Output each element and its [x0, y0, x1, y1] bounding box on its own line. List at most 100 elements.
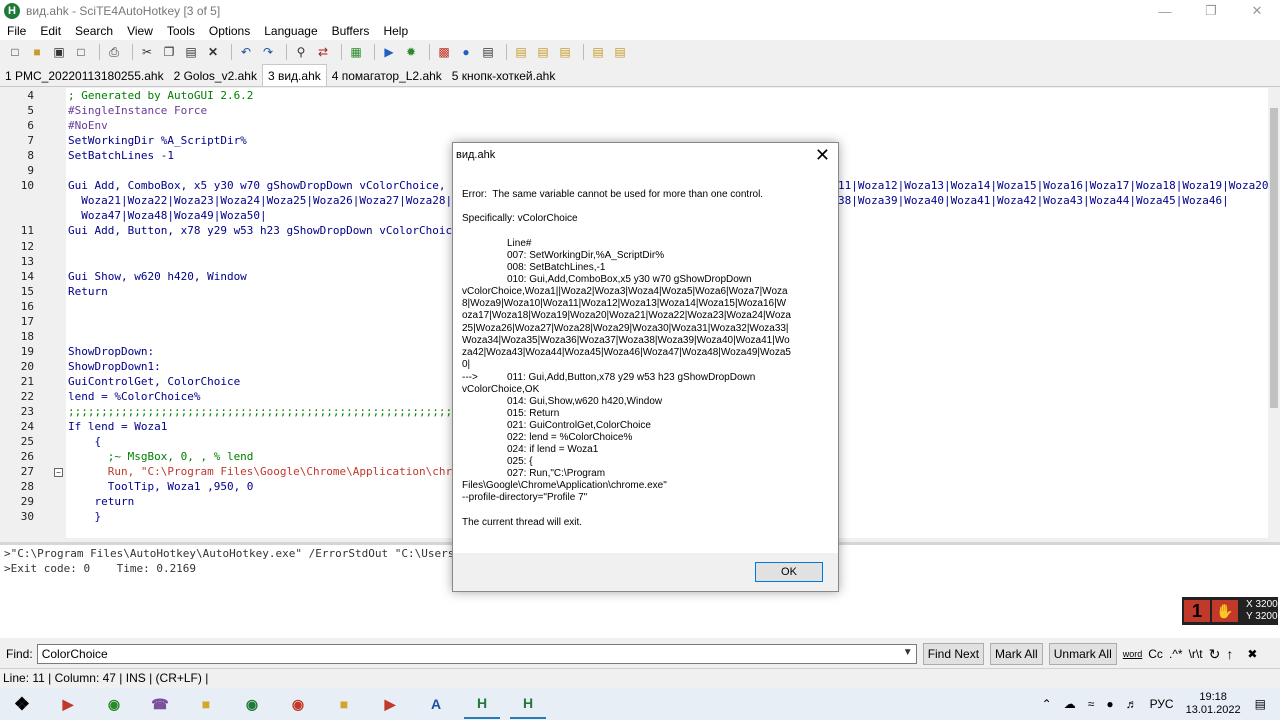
- code-line[interactable]: {: [68, 435, 101, 448]
- code-line[interactable]: If lend = Woza1: [68, 420, 167, 433]
- chevron-up-icon[interactable]: ⌃: [1042, 697, 1052, 711]
- code-line[interactable]: GuiControlGet, ColorChoice: [68, 375, 240, 388]
- green-app-icon[interactable]: ◉: [234, 689, 270, 719]
- run-icon[interactable]: ▶: [380, 43, 398, 61]
- menu-help[interactable]: Help: [376, 24, 415, 38]
- code-line[interactable]: Gui Show, w620 h420, Window: [68, 270, 247, 283]
- media-player-icon[interactable]: ▶: [50, 689, 86, 719]
- code-line[interactable]: }: [68, 510, 101, 523]
- whole-word-toggle[interactable]: word: [1123, 649, 1143, 659]
- find-input[interactable]: ColorChoice ▼: [36, 644, 917, 664]
- ahk-script-icon[interactable]: H: [464, 689, 500, 719]
- code-line[interactable]: Woza21|Woza22|Woza23|Woza24|Woza25|Woza2…: [68, 194, 452, 207]
- replace-icon[interactable]: ⇄: [314, 43, 332, 61]
- menu-language[interactable]: Language: [257, 24, 324, 38]
- tab-pomagator[interactable]: 4 помагатор_L2.ahk: [327, 66, 447, 86]
- ahk-dialog-icon[interactable]: A: [418, 689, 454, 719]
- code-line-tail[interactable]: 38|Woza39|Woza40|Woza41|Woza42|Woza43|Wo…: [838, 194, 1229, 207]
- clock[interactable]: 19:18 13.01.2022: [1186, 691, 1241, 717]
- print-icon[interactable]: ⎙: [105, 43, 123, 61]
- undo-icon[interactable]: ↶: [237, 43, 255, 61]
- cut-icon[interactable]: ✂: [138, 43, 156, 61]
- code-line[interactable]: Run, "C:\Program Files\Google\Chrome\App…: [68, 465, 505, 478]
- menu-view[interactable]: View: [120, 24, 160, 38]
- code-line[interactable]: SetWorkingDir %A_ScriptDir%: [68, 134, 247, 147]
- properties-icon[interactable]: ▤: [479, 43, 497, 61]
- wrap-icon[interactable]: ↻: [1209, 646, 1221, 663]
- menu-tools[interactable]: Tools: [160, 24, 202, 38]
- escape-toggle[interactable]: \r\t: [1189, 647, 1203, 661]
- code-line[interactable]: SetBatchLines -1: [68, 149, 174, 162]
- menu-search[interactable]: Search: [68, 24, 120, 38]
- compile-icon[interactable]: ▦: [347, 43, 365, 61]
- close-file-icon[interactable]: □: [72, 43, 90, 61]
- settings-icon[interactable]: ▤: [589, 43, 607, 61]
- mark-all-button[interactable]: Mark All: [990, 643, 1043, 665]
- open-folder-icon[interactable]: ■: [28, 43, 46, 61]
- notifications-icon[interactable]: ▤: [1255, 697, 1266, 711]
- notes-icon[interactable]: ▤: [512, 43, 530, 61]
- tab-vid[interactable]: 3 вид.ahk: [261, 64, 327, 86]
- copy-icon[interactable]: ❐: [160, 43, 178, 61]
- code-line[interactable]: Gui Add, Button, x78 y29 w53 h23 gShowDr…: [68, 224, 485, 237]
- dialog-close-icon[interactable]: ✕: [815, 145, 830, 166]
- maximize-icon[interactable]: ❐: [1188, 0, 1234, 22]
- globe-icon[interactable]: ●: [457, 43, 475, 61]
- file-explorer-icon[interactable]: ■: [188, 689, 224, 719]
- viber-icon[interactable]: ☎: [142, 689, 178, 719]
- menu-options[interactable]: Options: [202, 24, 257, 38]
- code-line[interactable]: ;~ MsgBox, 0, , % lend: [68, 450, 254, 463]
- regex-toggle[interactable]: .^*: [1169, 647, 1183, 661]
- chevron-down-icon[interactable]: ▼: [903, 647, 913, 658]
- record-icon[interactable]: ◉: [280, 689, 316, 719]
- fold-toggle-icon[interactable]: −: [54, 468, 63, 478]
- menu-edit[interactable]: Edit: [33, 24, 68, 38]
- unmark-all-button[interactable]: Unmark All: [1048, 643, 1117, 665]
- case-toggle[interactable]: Cc: [1148, 647, 1163, 661]
- code-line[interactable]: Woza47|Woza48|Woza49|Woza50|: [68, 209, 266, 222]
- code-line[interactable]: ShowDropDown:: [68, 345, 154, 358]
- close-find-icon[interactable]: ✖: [1247, 647, 1257, 661]
- help-book-icon[interactable]: ▤: [556, 43, 574, 61]
- code-line-tail[interactable]: 11|Woza12|Woza13|Woza14|Woza15|Woza16|Wo…: [838, 179, 1268, 192]
- ok-button[interactable]: OK: [755, 562, 823, 582]
- windows-start-icon[interactable]: ❖: [4, 689, 40, 719]
- debug-icon[interactable]: ✹: [402, 43, 420, 61]
- up-arrow-icon[interactable]: ↑: [1226, 646, 1233, 662]
- editor-scrollbar[interactable]: [1268, 88, 1280, 538]
- language-indicator[interactable]: РУС: [1150, 697, 1174, 711]
- tab-golos[interactable]: 2 Golos_v2.ahk: [169, 66, 262, 86]
- wifi-icon[interactable]: ≈: [1088, 697, 1095, 711]
- menu-file[interactable]: File: [0, 24, 33, 38]
- code-line[interactable]: ; Generated by AutoGUI 2.6.2: [68, 89, 253, 102]
- code-line[interactable]: ShowDropDown1:: [68, 360, 161, 373]
- volume-icon[interactable]: ♬: [1126, 697, 1138, 711]
- code-line[interactable]: lend = %ColorChoice%: [68, 390, 200, 403]
- tools-icon[interactable]: ▤: [611, 43, 629, 61]
- code-line[interactable]: Return: [68, 285, 108, 298]
- paste-icon[interactable]: ▤: [182, 43, 200, 61]
- find-icon[interactable]: ⚲: [292, 43, 310, 61]
- minimize-icon[interactable]: —: [1142, 0, 1188, 22]
- close-icon[interactable]: ✕: [1234, 0, 1280, 22]
- code-line[interactable]: Gui Add, ComboBox, x5 y30 w70 gShowDropD…: [68, 179, 479, 192]
- window-spy-icon[interactable]: ▩: [435, 43, 453, 61]
- code-line[interactable]: ToolTip, Woza1 ,950, 0: [68, 480, 254, 493]
- code-line[interactable]: #NoEnv: [68, 119, 108, 132]
- chrome-icon[interactable]: ◉: [96, 689, 132, 719]
- delete-icon[interactable]: ✕: [204, 43, 222, 61]
- tab-knopk[interactable]: 5 кнопк-хоткей.ahk: [447, 66, 561, 86]
- code-line[interactable]: #SingleInstance Force: [68, 104, 207, 117]
- scite-icon[interactable]: H: [510, 689, 546, 719]
- save-icon[interactable]: ▣: [50, 43, 68, 61]
- new-file-icon[interactable]: □: [6, 43, 24, 61]
- video-icon[interactable]: ▶: [372, 689, 408, 719]
- microphone-icon[interactable]: ●: [1106, 697, 1113, 711]
- network-icon[interactable]: ☁: [1064, 697, 1076, 711]
- tab-pmc[interactable]: 1 PMC_20220113180255.ahk: [0, 66, 169, 86]
- code-line[interactable]: return: [68, 495, 134, 508]
- find-next-button[interactable]: Find Next: [922, 643, 985, 665]
- folder-icon[interactable]: ■: [326, 689, 362, 719]
- bookmark-icon[interactable]: ▤: [534, 43, 552, 61]
- menu-buffers[interactable]: Buffers: [325, 24, 377, 38]
